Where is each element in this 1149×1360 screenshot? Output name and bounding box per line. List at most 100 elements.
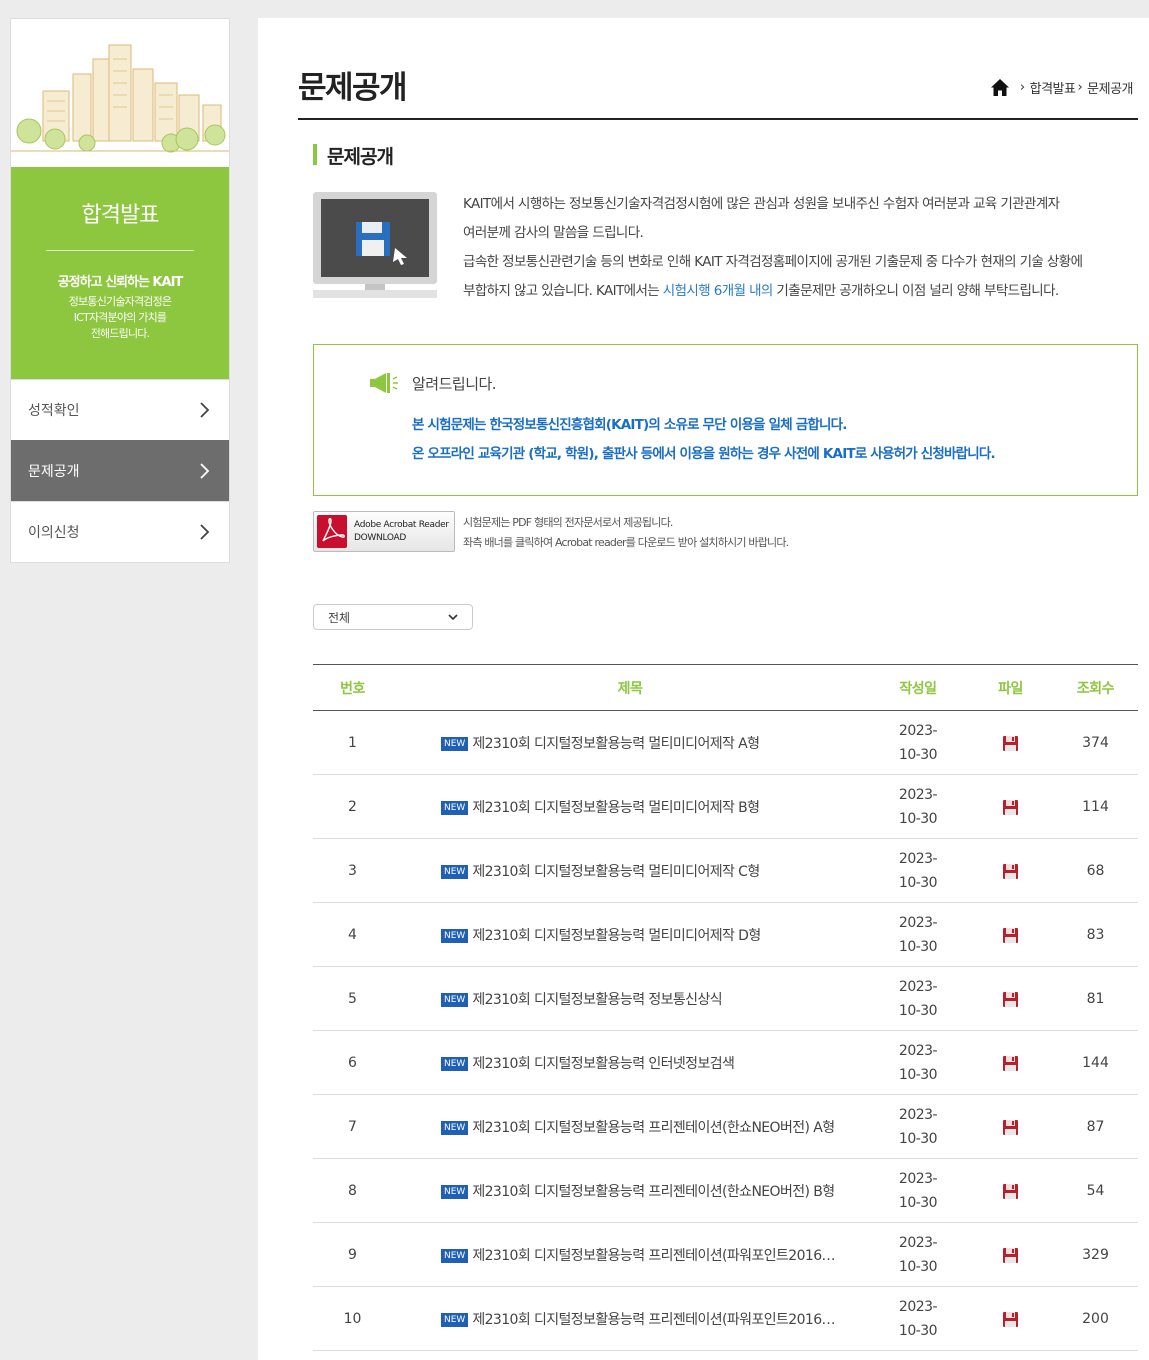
acrobat-note-line: 시험문제는 PDF 형태의 전자문서로서 제공됩니다.: [463, 516, 673, 529]
row-file-cell[interactable]: [968, 1222, 1053, 1287]
row-number: 3: [313, 838, 392, 903]
acrobat-sublabel: DOWNLOAD: [354, 532, 406, 543]
row-views: 54: [1053, 1158, 1138, 1223]
table-header-row: 번호 제목 작성일 파일 조회수: [313, 664, 1138, 711]
intro-text-part: 기출문제만 공개하오니 이점 널리 양해 부탁드립니다.: [772, 283, 1059, 299]
row-title-link[interactable]: 제2310회 디지털정보활용능력 프리젠테이션(한쇼NEO버전) A형: [472, 1120, 835, 1136]
table-row[interactable]: 3 NEW 제2310회 디지털정보활용능력 멀티미디어제작 C형 2023- 10-3…: [313, 838, 1138, 903]
row-date-line: 10-30: [898, 874, 938, 891]
sidebar-item-label: 문제공개: [28, 464, 80, 480]
row-file-cell[interactable]: [968, 1094, 1053, 1159]
row-date-line: 2023-: [898, 1298, 938, 1315]
intro-line: 급속한 정보통신관련기술 등의 변화로 인해 KAIT 자격검정홈페이지에 공개…: [463, 254, 1083, 270]
breadcrumb-item[interactable]: 합격발표: [1030, 78, 1076, 97]
row-file-cell[interactable]: [968, 774, 1053, 839]
row-title-cell[interactable]: NEW 제2310회 디지털정보활용능력 인터넷정보검색: [392, 1030, 868, 1095]
row-title-link[interactable]: 제2310회 디지털정보활용능력 프리젠테이션(한쇼NEO버전) B형: [472, 1184, 835, 1200]
table-row[interactable]: 10 NEW 제2310회 디지털정보활용능력 프리젠테이션(파워포인트2016… 2…: [313, 1286, 1138, 1351]
sidebar-item-score-check[interactable]: 성적확인: [11, 379, 229, 440]
breadcrumb-item[interactable]: 문제공개: [1087, 78, 1133, 97]
acrobat-note: 시험문제는 PDF 형태의 전자문서로서 제공됩니다. 좌측 배너를 클릭하여 …: [463, 513, 789, 553]
row-views: 329: [1053, 1222, 1138, 1287]
section-title: 문제공개: [313, 142, 394, 169]
save-file-icon[interactable]: [1002, 863, 1019, 880]
save-file-icon[interactable]: [1002, 1119, 1019, 1136]
home-icon[interactable]: [990, 78, 1010, 97]
row-title-cell[interactable]: NEW 제2310회 디지털정보활용능력 프리젠테이션(한쇼NEO버전) B형: [392, 1158, 868, 1223]
table-row[interactable]: 2 NEW 제2310회 디지털정보활용능력 멀티미디어제작 B형 2023- 10-3…: [313, 774, 1138, 839]
save-file-icon[interactable]: [1002, 799, 1019, 816]
row-date-cell: 2023- 10-30: [868, 1286, 968, 1351]
row-title-link[interactable]: 제2310회 디지털정보활용능력 인터넷정보검색: [472, 1056, 735, 1072]
row-title-cell[interactable]: NEW 제2310회 디지털정보활용능력 프리젠테이션(한쇼NEO버전) A형: [392, 1094, 868, 1159]
row-date-line: 10-30: [898, 1258, 938, 1275]
row-file-cell[interactable]: [968, 966, 1053, 1031]
table-row[interactable]: 5 NEW 제2310회 디지털정보활용능력 정보통신상식 2023- 10-30 81: [313, 966, 1138, 1031]
row-date-line: 2023-: [898, 850, 938, 867]
row-title-cell[interactable]: NEW 제2310회 디지털정보활용능력 멀티미디어제작 D형: [392, 902, 868, 967]
new-badge: NEW: [441, 992, 469, 1007]
sidebar-item-objection[interactable]: 이의신청: [11, 501, 229, 562]
chevron-right-icon: ›: [1077, 80, 1083, 95]
row-file-cell[interactable]: [968, 1158, 1053, 1223]
row-title-link[interactable]: 제2310회 디지털정보활용능력 멀티미디어제작 A형: [472, 736, 760, 752]
row-title-cell[interactable]: NEW 제2310회 디지털정보활용능력 멀티미디어제작 A형: [392, 710, 868, 775]
row-number: 4: [313, 902, 392, 967]
acrobat-download-button[interactable]: Adobe Acrobat Reader DOWNLOAD: [313, 511, 455, 552]
row-file-cell[interactable]: [968, 1286, 1053, 1351]
table-row[interactable]: 9 NEW 제2310회 디지털정보활용능력 프리젠테이션(파워포인트2016… 20…: [313, 1222, 1138, 1287]
row-date-line: 2023-: [898, 722, 938, 739]
row-file-cell[interactable]: [968, 1030, 1053, 1095]
column-header-file: 파일: [968, 664, 1053, 711]
adobe-pdf-icon: [317, 515, 347, 548]
sidebar-item-question-release[interactable]: 문제공개: [11, 440, 229, 501]
save-file-icon[interactable]: [1002, 1183, 1019, 1200]
table-row[interactable]: 1 NEW 제2310회 디지털정보활용능력 멀티미디어제작 A형 2023- 10-3…: [313, 710, 1138, 775]
main-content: 문제공개 › 합격발표 › 문제공개 문제공개 KAIT에서 시행하는 정보통신…: [258, 18, 1149, 1360]
table-row[interactable]: 8 NEW 제2310회 디지털정보활용능력 프리젠테이션(한쇼NEO버전) B형 2…: [313, 1158, 1138, 1223]
row-title-link[interactable]: 제2310회 디지털정보활용능력 정보통신상식: [472, 992, 722, 1008]
row-title-cell[interactable]: NEW 제2310회 디지털정보활용능력 프리젠테이션(파워포인트2016…: [392, 1222, 868, 1287]
row-date-cell: 2023- 10-30: [868, 1222, 968, 1287]
row-date-cell: 2023- 10-30: [868, 1158, 968, 1223]
save-file-icon[interactable]: [1002, 927, 1019, 944]
highlight-text: 시험시행 6개월 내의: [662, 283, 774, 299]
new-badge: NEW: [441, 1248, 469, 1263]
save-file-icon[interactable]: [1002, 991, 1019, 1008]
row-title-cell[interactable]: NEW 제2310회 디지털정보활용능력 프리젠테이션(파워포인트2016…: [392, 1286, 868, 1351]
chevron-right-icon: [200, 402, 210, 418]
notice-line: 온 오프라인 교육기관 (학교, 학원), 출판사 등에서 이용을 원하는 경우…: [412, 446, 996, 462]
table-row[interactable]: 6 NEW 제2310회 디지털정보활용능력 인터넷정보검색 2023- 10-30 14…: [313, 1030, 1138, 1095]
row-file-cell[interactable]: [968, 710, 1053, 775]
table-row[interactable]: 4 NEW 제2310회 디지털정보활용능력 멀티미디어제작 D형 2023- 10-3…: [313, 902, 1138, 967]
column-header-views: 조회수: [1053, 664, 1138, 711]
sidebar-item-label: 이의신청: [28, 525, 80, 541]
row-date-line: 2023-: [898, 1170, 938, 1187]
row-title-link[interactable]: 제2310회 디지털정보활용능력 프리젠테이션(파워포인트2016…: [472, 1248, 835, 1264]
row-date-cell: 2023- 10-30: [868, 1094, 968, 1159]
save-file-icon[interactable]: [1002, 735, 1019, 752]
table-row[interactable]: 7 NEW 제2310회 디지털정보활용능력 프리젠테이션(한쇼NEO버전) A형 2…: [313, 1094, 1138, 1159]
row-title-link[interactable]: 제2310회 디지털정보활용능력 멀티미디어제작 D형: [472, 928, 761, 944]
row-date-line: 10-30: [898, 746, 938, 763]
chevron-down-icon: [448, 614, 458, 621]
save-file-icon[interactable]: [1002, 1311, 1019, 1328]
row-title-cell[interactable]: NEW 제2310회 디지털정보활용능력 멀티미디어제작 C형: [392, 838, 868, 903]
row-file-cell[interactable]: [968, 838, 1053, 903]
row-title-link[interactable]: 제2310회 디지털정보활용능력 멀티미디어제작 C형: [472, 864, 760, 880]
row-title-cell[interactable]: NEW 제2310회 디지털정보활용능력 멀티미디어제작 B형: [392, 774, 868, 839]
save-file-icon[interactable]: [1002, 1055, 1019, 1072]
row-title-link[interactable]: 제2310회 디지털정보활용능력 프리젠테이션(파워포인트2016…: [472, 1312, 835, 1328]
column-header-no: 번호: [313, 664, 392, 711]
row-title-cell[interactable]: NEW 제2310회 디지털정보활용능력 정보통신상식: [392, 966, 868, 1031]
category-select[interactable]: 전체: [313, 604, 473, 630]
row-title-link[interactable]: 제2310회 디지털정보활용능력 멀티미디어제작 B형: [472, 800, 760, 816]
sidebar-desc-line: ICT자격분야의 가치를: [73, 311, 167, 324]
sidebar-description: 정보통신기술자격검정은 ICT자격분야의 가치를 전해드립니다.: [11, 294, 229, 342]
row-file-cell[interactable]: [968, 902, 1053, 967]
new-badge: NEW: [441, 928, 469, 943]
row-number: 2: [313, 774, 392, 839]
row-number: 6: [313, 1030, 392, 1095]
row-views: 114: [1053, 774, 1138, 839]
save-file-icon[interactable]: [1002, 1247, 1019, 1264]
